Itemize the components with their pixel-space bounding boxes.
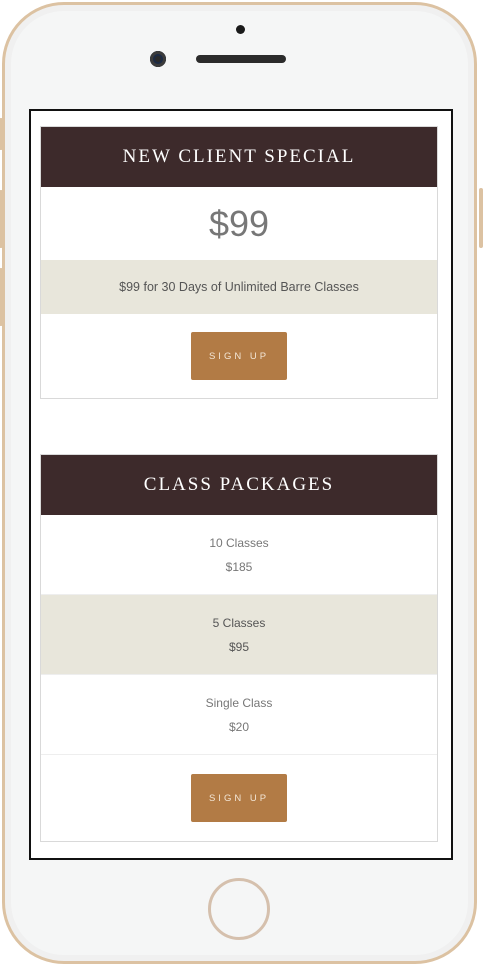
- packages-sign-up-button[interactable]: SIGN UP: [191, 774, 287, 822]
- mute-switch: [0, 118, 3, 150]
- package-name: 5 Classes: [212, 615, 266, 630]
- packages-button-row: SIGN UP: [41, 755, 437, 841]
- class-packages-card: CLASS PACKAGES 10 Classes $185 5 Classes…: [40, 454, 438, 842]
- package-name: 10 Classes: [209, 535, 269, 550]
- package-name: Single Class: [205, 695, 273, 710]
- package-row: Single Class $20: [41, 675, 437, 755]
- package-row: 5 Classes $95: [41, 595, 437, 675]
- phone-screen: NEW CLIENT SPECIAL $99 $99 for 30 Days o…: [29, 109, 453, 860]
- home-button: [208, 878, 270, 940]
- package-price: $20: [228, 719, 250, 734]
- package-price: $95: [228, 639, 250, 654]
- packages-title: CLASS PACKAGES: [41, 455, 437, 515]
- special-price: $99: [208, 202, 270, 244]
- power-button: [479, 188, 483, 248]
- special-description: $99 for 30 Days of Unlimited Barre Class…: [41, 260, 437, 314]
- earpiece-speaker: [196, 55, 286, 63]
- volume-down-button: [0, 268, 3, 326]
- new-client-special-card: NEW CLIENT SPECIAL $99 $99 for 30 Days o…: [40, 126, 438, 399]
- package-price: $185: [225, 559, 253, 574]
- volume-up-button: [0, 190, 3, 248]
- package-row: 10 Classes $185: [41, 515, 437, 595]
- front-camera-icon: [150, 51, 166, 67]
- special-sign-up-button[interactable]: SIGN UP: [191, 332, 287, 380]
- special-button-row: SIGN UP: [41, 314, 437, 398]
- special-title: NEW CLIENT SPECIAL: [41, 127, 437, 187]
- proximity-sensor: [236, 25, 245, 34]
